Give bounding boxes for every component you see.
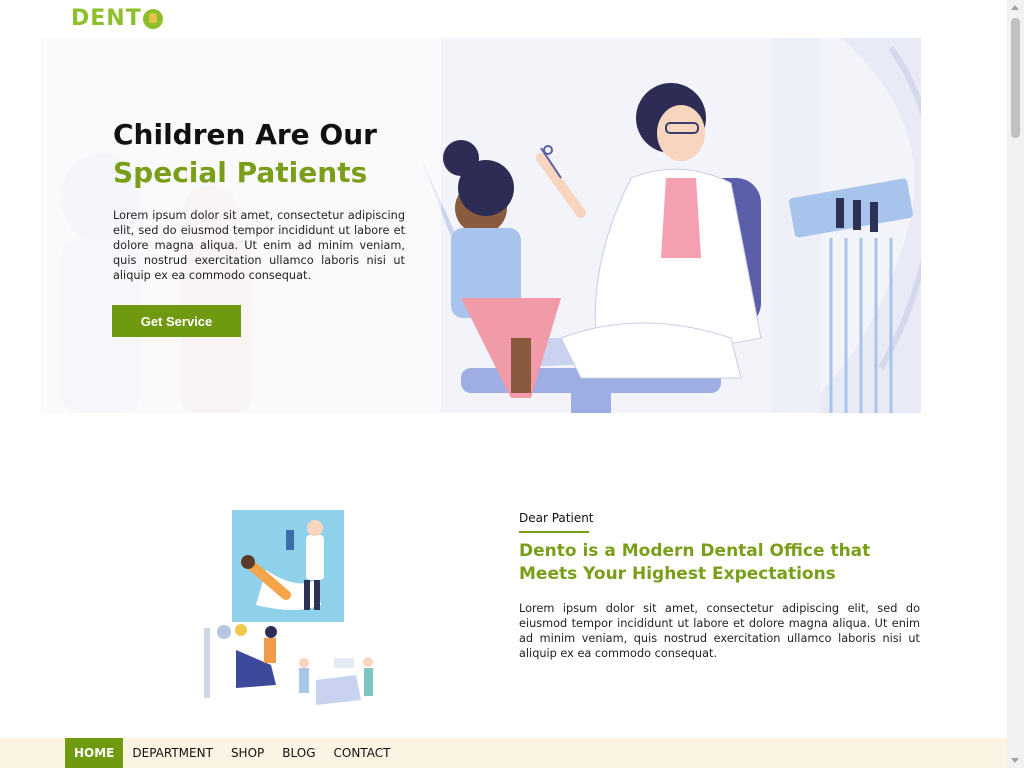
scrollbar-thumb[interactable]	[1011, 18, 1020, 138]
get-service-button[interactable]: Get Service	[112, 305, 241, 337]
kicker-divider	[519, 531, 589, 533]
hero-subtitle: Special Patients	[113, 156, 368, 189]
nav-item-department[interactable]: DEPARTMENT	[123, 738, 222, 768]
nav-item-shop[interactable]: SHOP	[222, 738, 273, 768]
scroll-down-icon[interactable]	[1011, 758, 1019, 763]
scroll-up-icon[interactable]	[1011, 5, 1019, 10]
hero-content: Children Are Our Special Patients Lorem …	[41, 38, 921, 413]
page: DENT Children Are Our Special Patients L…	[0, 0, 1007, 768]
about-description: Lorem ipsum dolor sit amet, consectetur …	[519, 602, 920, 660]
about-kicker: Dear Patient	[519, 511, 594, 525]
about-title: Dento is a Modern Dental Office that Mee…	[519, 541, 871, 584]
logo[interactable]: DENT	[71, 6, 163, 31]
vertical-scrollbar[interactable]	[1007, 0, 1024, 768]
nav-item-blog[interactable]: BLOG	[273, 738, 324, 768]
logo-text: DENT	[71, 6, 142, 31]
nav-item-contact[interactable]: CONTACT	[325, 738, 400, 768]
dental-clinic-illustrations	[200, 510, 381, 715]
hero-description: Lorem ipsum dolor sit amet, consectetur …	[113, 209, 405, 282]
main-navigation: HOME DEPARTMENT SHOP BLOG CONTACT	[0, 738, 1007, 768]
hero-banner: Children Are Our Special Patients Lorem …	[41, 38, 921, 413]
hero-title: Children Are Our	[113, 118, 377, 151]
tooth-icon	[142, 8, 163, 29]
nav-item-home[interactable]: HOME	[65, 738, 124, 768]
